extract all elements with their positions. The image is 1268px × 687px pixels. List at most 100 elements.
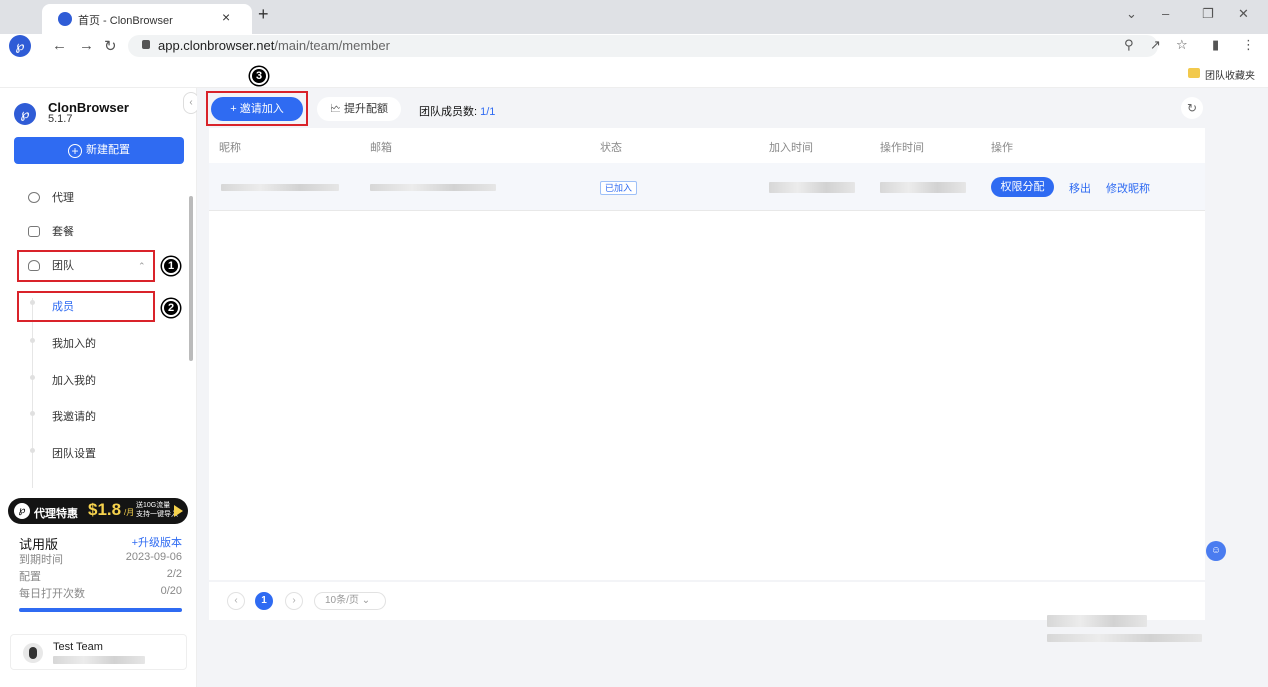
edit-nickname-link[interactable]: 修改昵称 — [1106, 180, 1150, 196]
blurred-footer-text — [1047, 615, 1147, 627]
remove-member-link[interactable]: 移出 — [1069, 180, 1091, 196]
new-tab-icon[interactable]: + — [258, 4, 269, 25]
main-content: + 邀请加入 3 🗠 提升配额 团队成员数: 1/1 ↻ 昵称 邮箱 状态 加入… — [197, 67, 1268, 687]
back-icon[interactable]: ← — [52, 37, 67, 54]
tab-search-icon[interactable]: ⌄ — [1126, 6, 1137, 22]
opens-label: 每日打开次数 — [19, 588, 85, 600]
url-input[interactable]: app.clonbrowser.net/main/team/member — [128, 35, 1158, 57]
opens-progress-fill — [19, 608, 182, 612]
members-table: 昵称 邮箱 状态 加入时间 操作时间 操作 已加入 权限分配 移出 修改昵称 — [209, 128, 1205, 580]
plan-name: 试用版 — [19, 537, 59, 552]
upgrade-link[interactable]: +升级版本 — [132, 534, 182, 550]
page-number-current[interactable]: 1 — [255, 592, 273, 610]
new-config-button[interactable]: + 新建配置 — [14, 137, 184, 164]
blurred-updated-time — [880, 182, 966, 193]
avatar-user-icon — [29, 647, 37, 659]
sidebar-scrollbar[interactable] — [189, 196, 193, 361]
opens-row: 每日打开次数 0/20 — [19, 585, 182, 601]
page-size-label: 10条/页 — [325, 595, 359, 606]
sidebar-item-joined[interactable]: 我加入的 — [52, 335, 96, 351]
menu-kebab-icon[interactable]: ⋮ — [1242, 37, 1255, 53]
zoom-icon[interactable]: ⚲ — [1124, 37, 1134, 53]
step-badge-1: 1 — [162, 257, 180, 275]
column-header-actions: 操作 — [991, 142, 1013, 154]
wallet-icon — [28, 226, 40, 237]
sidebar-item-invited[interactable]: 我邀请的 — [52, 408, 96, 424]
folder-icon — [1188, 68, 1200, 78]
team-name: Test Team — [53, 641, 103, 653]
sidebar-item-joined-mine[interactable]: 加入我的 — [52, 372, 96, 388]
support-chat-icon[interactable]: ☺ — [1206, 541, 1226, 561]
avatar — [23, 643, 43, 663]
status-badge: 已加入 — [600, 181, 638, 195]
permission-assign-button[interactable]: 权限分配 — [991, 177, 1054, 197]
play-icon — [174, 505, 183, 517]
expire-value: 2023-09-06 — [125, 551, 182, 563]
sidebar-item-team-settings[interactable]: 团队设置 — [52, 445, 96, 461]
browser-tab[interactable]: 首页 - ClonBrowser × — [42, 4, 252, 34]
expire-row: 到期时间 2023-09-06 — [19, 551, 182, 567]
share-icon[interactable]: ↗ — [1150, 37, 1161, 53]
config-row: 配置 2/2 — [19, 568, 182, 584]
submenu-dot — [30, 411, 35, 416]
new-config-label: 新建配置 — [86, 144, 130, 156]
team-switcher[interactable]: Test Team — [10, 634, 187, 670]
blurred-nickname — [221, 184, 339, 191]
submenu-dot — [30, 375, 35, 380]
url-text: app.clonbrowser.net/main/team/member — [158, 38, 390, 53]
callout-box-team — [17, 250, 155, 282]
sidebar-item-label: 套餐 — [52, 226, 74, 238]
table-row: 已加入 权限分配 移出 修改昵称 — [209, 163, 1205, 211]
lock-icon — [142, 40, 150, 49]
chevron-down-icon: ⌄ — [361, 595, 371, 606]
submenu-line — [32, 298, 33, 488]
config-label: 配置 — [19, 571, 41, 583]
tab-close-icon[interactable]: × — [222, 9, 230, 25]
next-page-icon[interactable]: › — [285, 592, 303, 610]
clonbrowser-logo-icon[interactable]: ℘ — [9, 35, 31, 57]
promo-logo-icon: ℘ — [14, 503, 30, 519]
member-count-value: 1/1 — [480, 106, 496, 118]
expire-label: 到期时间 — [19, 554, 63, 566]
forward-icon[interactable]: → — [79, 37, 94, 54]
sidebar-item-proxy[interactable]: 代理 — [20, 186, 155, 210]
brand-logo-icon: ℘ — [14, 103, 36, 125]
step-badge-2: 2 — [162, 299, 180, 317]
blurred-footer-text — [1047, 634, 1202, 642]
proxy-promo-banner[interactable]: ℘ 代理特惠 $1.8 /月 送10G流量 支持一键导入 — [8, 498, 188, 524]
column-header-updated-at: 操作时间 — [880, 142, 924, 154]
address-bar: ℘ ← → ↻ app.clonbrowser.net/main/team/me… — [0, 34, 1268, 60]
page-size-select[interactable]: 10条/页 ⌄ — [314, 592, 386, 610]
side-panel-icon[interactable]: ▮ — [1212, 37, 1219, 53]
reload-icon[interactable]: ↻ — [104, 37, 117, 55]
sidebar-item-plan[interactable]: 套餐 — [20, 220, 155, 244]
star-icon[interactable]: ☆ — [1176, 37, 1188, 53]
column-header-nickname: 昵称 — [219, 142, 241, 154]
callout-box-invite — [206, 91, 308, 126]
refresh-icon[interactable]: ↻ — [1181, 97, 1203, 119]
close-window-icon[interactable]: ✕ — [1238, 6, 1249, 22]
opens-value: 0/20 — [160, 585, 182, 597]
callout-box-members — [17, 291, 155, 322]
sidebar: ℘ ClonBrowser 5.1.7 ‹ + 新建配置 代理 套餐 团队 ⌃ 成… — [0, 88, 199, 687]
restore-icon[interactable]: ❐ — [1202, 6, 1214, 22]
bookmark-folder-team[interactable]: 团队收藏夹 — [1205, 67, 1255, 82]
blurred-joined-time — [769, 182, 855, 193]
column-header-status: 状态 — [600, 142, 622, 154]
opens-progress-bar — [19, 608, 182, 612]
promo-note: 送10G流量 支持一键导入 — [136, 502, 178, 518]
promo-price: $1.8 — [88, 500, 122, 519]
promo-unit: /月 — [124, 508, 135, 517]
globe-icon — [28, 192, 40, 203]
column-header-email: 邮箱 — [370, 142, 392, 154]
boost-quota-button[interactable]: 🗠 提升配额 — [317, 97, 401, 121]
submenu-dot — [30, 338, 35, 343]
plus-circle-icon: + — [68, 144, 82, 158]
config-value: 2/2 — [166, 568, 182, 580]
sidebar-item-label: 代理 — [52, 192, 74, 204]
minimize-icon[interactable]: – — [1162, 6, 1169, 21]
submenu-dot — [30, 448, 35, 453]
prev-page-icon[interactable]: ‹ — [227, 592, 245, 610]
step-badge-3: 3 — [250, 67, 268, 85]
browser-titlebar: 首页 - ClonBrowser × + ⌄ – ❐ ✕ — [0, 0, 1268, 34]
